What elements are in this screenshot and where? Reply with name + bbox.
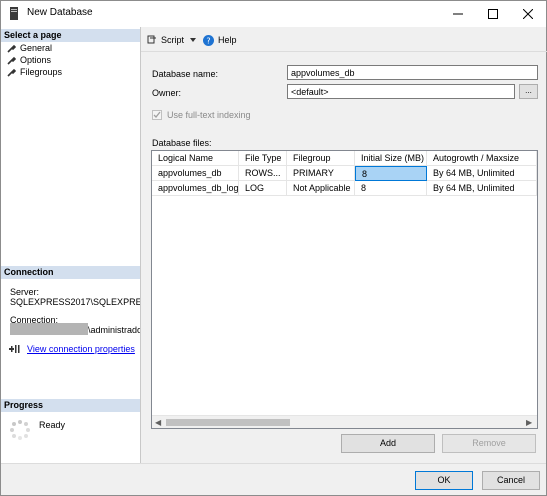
view-connection-properties-label[interactable]: View connection properties <box>27 344 135 354</box>
page-item-label: Options <box>20 55 52 65</box>
cancel-button[interactable]: Cancel <box>482 471 540 490</box>
toolbar-divider <box>141 51 547 52</box>
column-header-autogrowth[interactable]: Autogrowth / Maxsize <box>427 151 537 166</box>
connection-value: \administrador <box>88 325 140 335</box>
help-icon: ? <box>203 34 215 46</box>
database-name-label: Database name: <box>152 69 219 79</box>
wrench-icon <box>7 44 16 53</box>
table-row[interactable]: appvolumes_db ROWS... PRIMARY 8 By 64 MB… <box>152 166 537 181</box>
browse-owner-button[interactable]: ... <box>519 84 538 99</box>
add-button[interactable]: Add <box>341 434 435 453</box>
fulltext-checkbox[interactable] <box>152 110 162 120</box>
wrench-icon <box>7 68 16 77</box>
select-page-header: Select a page <box>1 29 140 42</box>
cell-initial-size[interactable]: 8 <box>355 166 427 181</box>
cell-initial-size[interactable]: 8 <box>355 181 427 196</box>
cell-autogrowth[interactable]: By 64 MB, Unlimited <box>427 181 537 196</box>
cell-autogrowth[interactable]: By 64 MB, Unlimited <box>427 166 537 181</box>
progress-spinner-icon <box>10 420 30 440</box>
remove-button[interactable]: Remove <box>442 434 536 453</box>
close-button[interactable] <box>511 1 545 27</box>
wrench-icon <box>7 56 16 65</box>
database-icon <box>10 7 18 20</box>
progress-header: Progress <box>1 399 140 412</box>
minimize-button[interactable] <box>441 1 475 27</box>
progress-status: Ready <box>39 420 66 430</box>
page-item-label: General <box>20 43 53 53</box>
cell-file-type[interactable]: LOG <box>239 181 287 196</box>
svg-text:?: ? <box>206 36 210 45</box>
database-name-input[interactable]: appvolumes_db <box>287 65 538 80</box>
script-icon <box>147 35 156 44</box>
page-item-filegroups[interactable]: Filegroups <box>7 66 62 78</box>
cell-logical-name[interactable]: appvolumes_db_log <box>152 181 239 196</box>
database-files-label: Database files: <box>152 138 212 148</box>
redacted-user <box>10 323 88 335</box>
owner-label: Owner: <box>152 88 182 98</box>
column-header-filegroup[interactable]: Filegroup <box>287 151 355 166</box>
chevron-down-icon[interactable] <box>190 38 197 42</box>
grid-header: Logical Name File Type Filegroup Initial… <box>152 151 537 166</box>
maximize-button[interactable] <box>476 1 510 27</box>
connection-properties-icon <box>9 345 20 353</box>
server-label: Server: <box>10 287 40 297</box>
cell-filegroup[interactable]: PRIMARY <box>287 166 355 181</box>
view-connection-properties-link[interactable]: View connection properties <box>9 344 135 354</box>
connection-header: Connection <box>1 266 140 279</box>
help-button[interactable]: Help <box>218 35 237 45</box>
column-header-logical-name[interactable]: Logical Name <box>152 151 239 166</box>
column-header-file-type[interactable]: File Type <box>239 151 287 166</box>
minimize-icon <box>453 13 463 15</box>
cell-file-type[interactable]: ROWS... <box>239 166 287 181</box>
database-files-grid[interactable]: Logical Name File Type Filegroup Initial… <box>151 150 538 429</box>
maximize-icon <box>488 9 498 19</box>
title-bar[interactable]: New Database <box>1 1 546 27</box>
script-button[interactable]: Script <box>161 35 184 45</box>
left-pane: Select a page General Options Filegroups… <box>1 27 141 463</box>
toolbar: Script ? Help <box>147 33 237 47</box>
page-item-options[interactable]: Options <box>7 54 51 66</box>
checkmark-icon <box>153 111 161 118</box>
owner-input[interactable]: <default> <box>287 84 515 99</box>
page-item-label: Filegroups <box>20 67 63 77</box>
footer-divider <box>1 463 546 464</box>
close-icon <box>523 9 533 19</box>
page-item-general[interactable]: General <box>7 42 52 54</box>
scrollbar-thumb[interactable] <box>166 419 290 426</box>
cell-filegroup[interactable]: Not Applicable <box>287 181 355 196</box>
new-database-dialog: New Database Select a page General Optio… <box>0 0 547 496</box>
column-header-initial-size[interactable]: Initial Size (MB) <box>355 151 427 166</box>
scroll-left-icon[interactable]: ◀ <box>155 418 161 427</box>
scroll-right-icon[interactable]: ▶ <box>526 418 532 427</box>
fulltext-label: Use full-text indexing <box>167 110 251 120</box>
cell-logical-name[interactable]: appvolumes_db <box>152 166 239 181</box>
server-value: SQLEXPRESS2017\SQLEXPRESS <box>10 297 140 307</box>
window-title: New Database <box>27 7 93 18</box>
ok-button[interactable]: OK <box>415 471 473 490</box>
horizontal-scrollbar[interactable]: ◀ ▶ <box>152 415 537 428</box>
table-row[interactable]: appvolumes_db_log LOG Not Applicable 8 B… <box>152 181 537 196</box>
